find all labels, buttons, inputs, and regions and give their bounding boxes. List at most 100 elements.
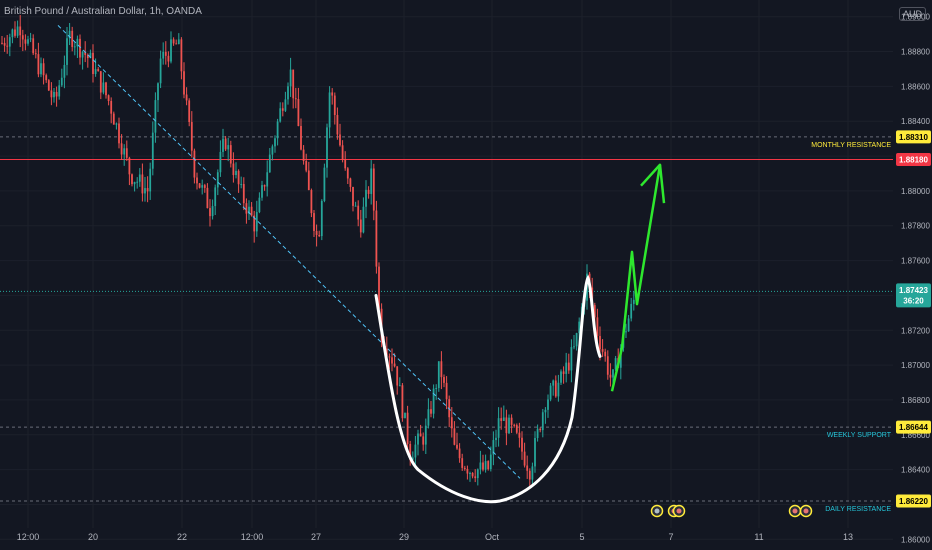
level-name-label: WEEKLY SUPPORT <box>827 432 892 439</box>
candle-body <box>175 43 178 45</box>
candle-body <box>627 318 630 332</box>
candle-body <box>120 143 123 155</box>
candle-body <box>430 409 432 414</box>
candle-body <box>258 197 261 213</box>
y-tick-label: 1.87800 <box>901 222 930 231</box>
candle-body <box>326 127 328 168</box>
candle-body <box>53 91 55 98</box>
candle-body <box>60 77 63 86</box>
candle-body <box>224 138 227 150</box>
candle-body <box>404 412 406 419</box>
candle-body <box>437 361 440 388</box>
candle-body <box>526 465 529 471</box>
candle-body <box>549 385 552 400</box>
candle-body <box>510 417 513 425</box>
candle-body <box>435 387 438 389</box>
candle-body <box>424 425 427 445</box>
candle-body <box>266 172 269 187</box>
candle-body <box>474 476 477 479</box>
candle-body <box>1 42 3 44</box>
candle-body <box>73 46 76 48</box>
candle-body <box>227 145 230 150</box>
candle-body <box>544 409 547 413</box>
candle-body <box>47 80 50 91</box>
event-flag-icon <box>676 508 682 514</box>
candle-body <box>235 170 237 176</box>
candle-body <box>333 95 336 115</box>
candle-body <box>183 71 185 95</box>
symbol-title[interactable]: British Pound / Australian Dollar, 1h, O… <box>4 6 202 17</box>
candle-body <box>536 428 539 439</box>
x-tick-label: 5 <box>579 532 584 542</box>
candle-body <box>562 371 565 374</box>
candle-body <box>50 90 53 98</box>
candle-body <box>567 362 570 371</box>
candle-body <box>292 69 295 99</box>
candle-body <box>443 377 445 383</box>
candle-body <box>237 170 240 185</box>
candle-body <box>497 418 500 438</box>
candle-body <box>219 151 222 173</box>
candle-body <box>552 380 555 386</box>
candle-body <box>81 51 84 58</box>
candle-body <box>505 417 508 434</box>
candle-body <box>190 122 193 151</box>
candle-body <box>29 38 32 40</box>
candle-body <box>16 26 19 36</box>
candle-body <box>357 205 360 220</box>
candle-body <box>107 95 110 102</box>
candle-body <box>599 335 601 350</box>
candle-body <box>500 418 503 421</box>
candle-body <box>606 356 609 375</box>
candle-body <box>159 58 162 84</box>
candle-body <box>528 470 531 480</box>
price-tag-text: 1.86644 <box>899 423 928 432</box>
candle-body <box>242 184 245 204</box>
candle-body <box>32 38 35 54</box>
candle-body <box>94 69 97 75</box>
candle-body <box>341 145 344 160</box>
candle-body <box>305 161 308 171</box>
candle-body <box>209 208 211 217</box>
candle-body <box>79 38 81 58</box>
candle-body <box>144 188 146 194</box>
candle-body <box>523 451 526 466</box>
candle-body <box>445 382 448 400</box>
candle-body <box>164 51 167 56</box>
candle-body <box>315 230 318 235</box>
candle-body <box>99 71 102 93</box>
candle-body <box>281 108 284 111</box>
candle-body <box>362 206 365 233</box>
candle-body <box>521 437 523 452</box>
candle-body <box>297 99 300 127</box>
currency-badge[interactable]: AUD <box>898 7 926 21</box>
candle-body <box>625 331 627 333</box>
candle-body <box>263 185 266 187</box>
price-axis[interactable]: 1.890001.888001.886001.884001.882001.880… <box>893 0 932 550</box>
price-tag-text: 1.88180 <box>899 156 928 165</box>
candle-body <box>102 82 105 93</box>
candle-body <box>328 92 331 128</box>
candle-body <box>232 163 235 176</box>
candle-body <box>515 425 518 433</box>
candle-body <box>534 438 536 467</box>
candle-body <box>214 187 217 207</box>
candle-body <box>128 157 131 175</box>
candle-body <box>450 417 453 429</box>
candle-body <box>42 63 45 76</box>
candle-body <box>37 54 40 75</box>
y-tick-label: 1.87000 <box>901 361 930 370</box>
candle-body <box>170 39 172 62</box>
candle-body <box>575 333 578 347</box>
price-chart[interactable]: MONTHLY RESISTANCE WEEKLY SUPPORT DAILY RE… <box>0 0 932 550</box>
price-tag-text: 1.86220 <box>899 497 928 506</box>
event-flag-icon <box>792 508 798 514</box>
candle-body <box>8 37 11 47</box>
candle-body <box>154 100 157 133</box>
candle-body <box>547 399 549 410</box>
candle-body <box>596 317 599 336</box>
price-tag-text: 1.87423 <box>899 286 928 295</box>
candle-body <box>414 444 417 458</box>
candle-body <box>456 444 458 449</box>
candle-body <box>211 206 214 217</box>
